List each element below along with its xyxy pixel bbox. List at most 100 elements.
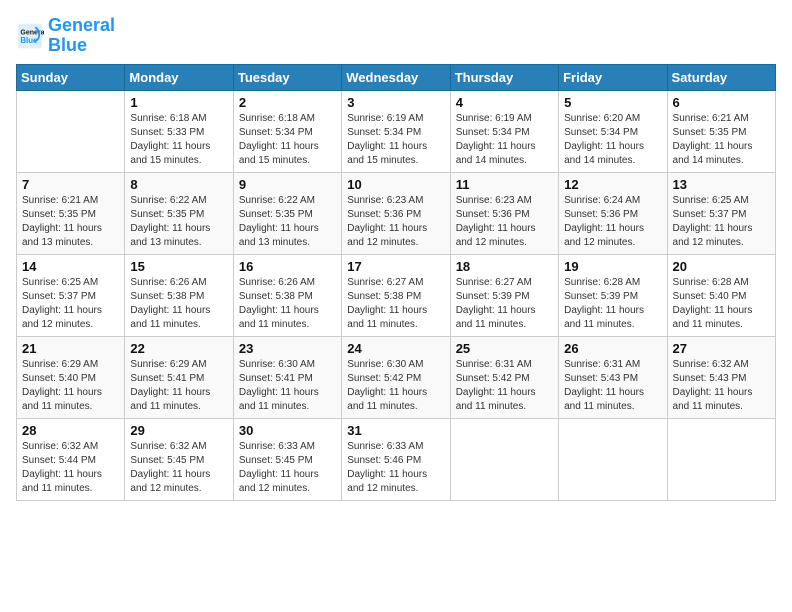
calendar-cell: 24 Sunrise: 6:30 AM Sunset: 5:42 PM Dayli…: [342, 336, 450, 418]
day-info: Sunrise: 6:31 AM Sunset: 5:42 PM Dayligh…: [456, 358, 553, 414]
calendar-cell: 8Sunrise: 6:22 AM Sunset: 5:35 PM Daylig…: [125, 172, 233, 254]
calendar-cell: 23 Sunrise: 6:30 AM Sunset: 5:41 PM Dayli…: [233, 336, 341, 418]
day-number: 18: [456, 259, 553, 274]
day-number: 20: [673, 259, 770, 274]
day-info: Sunrise: 6:26 AM Sunset: 5:38 PM Dayligh…: [130, 276, 227, 332]
day-info: Sunrise: 6:23 AM Sunset: 5:36 PM Dayligh…: [347, 194, 444, 250]
calendar-cell: 10 Sunrise: 6:23 AM Sunset: 5:36 PM Dayli…: [342, 172, 450, 254]
calendar-cell: 3Sunrise: 6:19 AM Sunset: 5:34 PM Daylig…: [342, 90, 450, 172]
day-info: Sunrise: 6:28 AM Sunset: 5:40 PM Dayligh…: [673, 276, 770, 332]
calendar-cell: 5 Sunrise: 6:20 AM Sunset: 5:34 PM Daylig…: [559, 90, 667, 172]
day-info: Sunrise: 6:24 AM Sunset: 5:36 PM Dayligh…: [564, 194, 661, 250]
calendar-cell: [559, 418, 667, 500]
calendar-cell: 26 Sunrise: 6:31 AM Sunset: 5:43 PM Dayli…: [559, 336, 667, 418]
weekday-header: Tuesday: [233, 64, 341, 90]
day-number: 3: [347, 95, 444, 110]
day-info: Sunrise: 6:27 AM Sunset: 5:38 PM Dayligh…: [347, 276, 444, 332]
day-number: 31: [347, 423, 444, 438]
page-header: General Blue GeneralBlue: [16, 16, 776, 56]
day-info: Sunrise: 6:33 AM Sunset: 5:46 PM Dayligh…: [347, 440, 444, 496]
day-number: 6: [673, 95, 770, 110]
calendar-cell: [450, 418, 558, 500]
day-number: 23: [239, 341, 336, 356]
calendar-cell: 7 Sunrise: 6:21 AM Sunset: 5:35 PM Daylig…: [17, 172, 125, 254]
calendar-cell: 4 Sunrise: 6:19 AM Sunset: 5:34 PM Daylig…: [450, 90, 558, 172]
weekday-header: Friday: [559, 64, 667, 90]
calendar-cell: 19Sunrise: 6:28 AM Sunset: 5:39 PM Dayli…: [559, 254, 667, 336]
day-number: 16: [239, 259, 336, 274]
day-number: 21: [22, 341, 119, 356]
calendar-cell: 20 Sunrise: 6:28 AM Sunset: 5:40 PM Dayli…: [667, 254, 775, 336]
calendar-cell: 30 Sunrise: 6:33 AM Sunset: 5:45 PM Dayli…: [233, 418, 341, 500]
day-number: 25: [456, 341, 553, 356]
day-number: 5: [564, 95, 661, 110]
calendar-cell: 13 Sunrise: 6:25 AM Sunset: 5:37 PM Dayli…: [667, 172, 775, 254]
day-info: Sunrise: 6:22 AM Sunset: 5:35 PM Dayligh…: [239, 194, 336, 250]
calendar-cell: 31 Sunrise: 6:33 AM Sunset: 5:46 PM Dayli…: [342, 418, 450, 500]
weekday-header: Saturday: [667, 64, 775, 90]
day-number: 1: [130, 95, 227, 110]
day-info: Sunrise: 6:21 AM Sunset: 5:35 PM Dayligh…: [673, 112, 770, 168]
day-info: Sunrise: 6:31 AM Sunset: 5:43 PM Dayligh…: [564, 358, 661, 414]
calendar-cell: 17 Sunrise: 6:27 AM Sunset: 5:38 PM Dayli…: [342, 254, 450, 336]
day-number: 15: [130, 259, 227, 274]
calendar-week-row: 7 Sunrise: 6:21 AM Sunset: 5:35 PM Daylig…: [17, 172, 776, 254]
day-info: Sunrise: 6:20 AM Sunset: 5:34 PM Dayligh…: [564, 112, 661, 168]
logo: General Blue GeneralBlue: [16, 16, 115, 56]
day-info: Sunrise: 6:25 AM Sunset: 5:37 PM Dayligh…: [673, 194, 770, 250]
day-info: Sunrise: 6:22 AM Sunset: 5:35 PM Dayligh…: [130, 194, 227, 250]
calendar-cell: 12 Sunrise: 6:24 AM Sunset: 5:36 PM Dayli…: [559, 172, 667, 254]
day-info: Sunrise: 6:33 AM Sunset: 5:45 PM Dayligh…: [239, 440, 336, 496]
day-number: 28: [22, 423, 119, 438]
calendar-header-row: SundayMondayTuesdayWednesdayThursdayFrid…: [17, 64, 776, 90]
calendar-cell: 14Sunrise: 6:25 AM Sunset: 5:37 PM Dayli…: [17, 254, 125, 336]
day-number: 13: [673, 177, 770, 192]
calendar-week-row: 1Sunrise: 6:18 AM Sunset: 5:33 PM Daylig…: [17, 90, 776, 172]
day-info: Sunrise: 6:18 AM Sunset: 5:34 PM Dayligh…: [239, 112, 336, 168]
day-info: Sunrise: 6:32 AM Sunset: 5:45 PM Dayligh…: [130, 440, 227, 496]
calendar-week-row: 14Sunrise: 6:25 AM Sunset: 5:37 PM Dayli…: [17, 254, 776, 336]
logo-text: GeneralBlue: [48, 16, 115, 56]
calendar-cell: 11 Sunrise: 6:23 AM Sunset: 5:36 PM Dayli…: [450, 172, 558, 254]
calendar-cell: 22 Sunrise: 6:29 AM Sunset: 5:41 PM Dayli…: [125, 336, 233, 418]
day-info: Sunrise: 6:21 AM Sunset: 5:35 PM Dayligh…: [22, 194, 119, 250]
day-info: Sunrise: 6:23 AM Sunset: 5:36 PM Dayligh…: [456, 194, 553, 250]
calendar-cell: 21 Sunrise: 6:29 AM Sunset: 5:40 PM Dayli…: [17, 336, 125, 418]
calendar-cell: 27Sunrise: 6:32 AM Sunset: 5:43 PM Dayli…: [667, 336, 775, 418]
weekday-header: Wednesday: [342, 64, 450, 90]
calendar-cell: 18 Sunrise: 6:27 AM Sunset: 5:39 PM Dayli…: [450, 254, 558, 336]
day-info: Sunrise: 6:30 AM Sunset: 5:41 PM Dayligh…: [239, 358, 336, 414]
day-number: 24: [347, 341, 444, 356]
day-info: Sunrise: 6:32 AM Sunset: 5:44 PM Dayligh…: [22, 440, 119, 496]
day-number: 27: [673, 341, 770, 356]
day-info: Sunrise: 6:19 AM Sunset: 5:34 PM Dayligh…: [456, 112, 553, 168]
day-number: 17: [347, 259, 444, 274]
calendar-cell: 15 Sunrise: 6:26 AM Sunset: 5:38 PM Dayli…: [125, 254, 233, 336]
day-info: Sunrise: 6:27 AM Sunset: 5:39 PM Dayligh…: [456, 276, 553, 332]
calendar-cell: 25 Sunrise: 6:31 AM Sunset: 5:42 PM Dayli…: [450, 336, 558, 418]
logo-icon: General Blue: [16, 22, 44, 50]
day-number: 22: [130, 341, 227, 356]
calendar-cell: 29Sunrise: 6:32 AM Sunset: 5:45 PM Dayli…: [125, 418, 233, 500]
calendar-cell: 28 Sunrise: 6:32 AM Sunset: 5:44 PM Dayli…: [17, 418, 125, 500]
day-number: 12: [564, 177, 661, 192]
day-info: Sunrise: 6:30 AM Sunset: 5:42 PM Dayligh…: [347, 358, 444, 414]
calendar-cell: 6 Sunrise: 6:21 AM Sunset: 5:35 PM Daylig…: [667, 90, 775, 172]
day-number: 9: [239, 177, 336, 192]
day-info: Sunrise: 6:29 AM Sunset: 5:40 PM Dayligh…: [22, 358, 119, 414]
day-number: 14: [22, 259, 119, 274]
day-info: Sunrise: 6:29 AM Sunset: 5:41 PM Dayligh…: [130, 358, 227, 414]
calendar-week-row: 28 Sunrise: 6:32 AM Sunset: 5:44 PM Dayli…: [17, 418, 776, 500]
day-number: 7: [22, 177, 119, 192]
calendar-table: SundayMondayTuesdayWednesdayThursdayFrid…: [16, 64, 776, 501]
calendar-cell: 9 Sunrise: 6:22 AM Sunset: 5:35 PM Daylig…: [233, 172, 341, 254]
calendar-body: 1Sunrise: 6:18 AM Sunset: 5:33 PM Daylig…: [17, 90, 776, 500]
day-info: Sunrise: 6:26 AM Sunset: 5:38 PM Dayligh…: [239, 276, 336, 332]
day-number: 26: [564, 341, 661, 356]
weekday-header: Thursday: [450, 64, 558, 90]
day-number: 4: [456, 95, 553, 110]
day-number: 30: [239, 423, 336, 438]
calendar-cell: 2Sunrise: 6:18 AM Sunset: 5:34 PM Daylig…: [233, 90, 341, 172]
day-number: 10: [347, 177, 444, 192]
day-number: 11: [456, 177, 553, 192]
